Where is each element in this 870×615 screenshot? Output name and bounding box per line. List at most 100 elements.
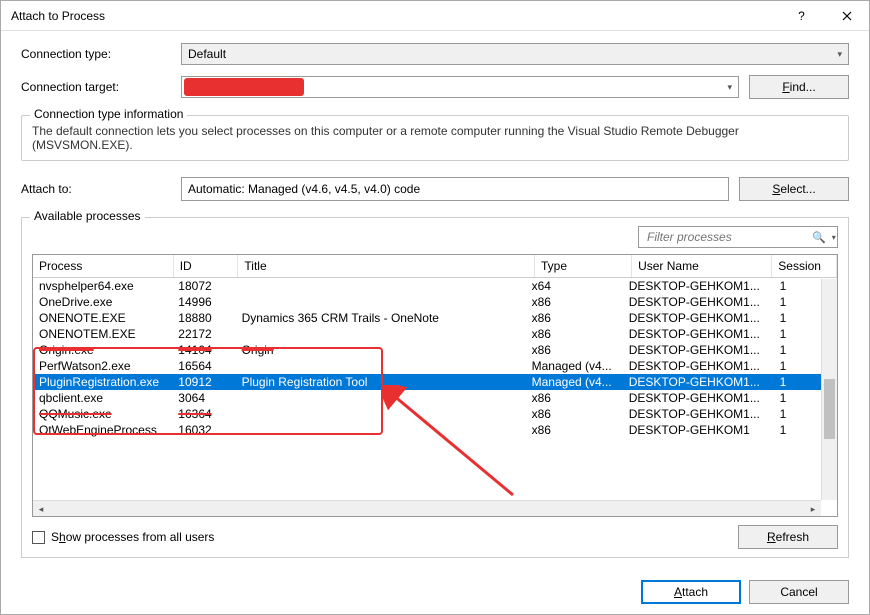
show-all-users-label: Show processes from all users [51,530,214,544]
search-icon: 🔍 [812,231,826,244]
filter-input-field[interactable] [645,229,806,245]
connection-info-group: Connection type information The default … [21,115,849,161]
table-cell: 16564 [172,358,235,374]
table-cell: x86 [526,406,623,422]
process-table[interactable]: Process ID Title Type User Name Session … [32,254,838,517]
table-cell: x86 [526,422,623,438]
table-cell: x86 [526,294,623,310]
table-cell: Dynamics 365 CRM Trails - OneNote [236,310,526,326]
redaction-box [184,78,304,96]
table-row[interactable]: nvsphelper64.exe18072x64DESKTOP-GEHKOM1.… [33,278,837,294]
table-cell: x86 [526,390,623,406]
scroll-left-icon[interactable]: ◂ [33,501,49,517]
table-cell: DESKTOP-GEHKOM1... [623,326,774,342]
table-row[interactable]: qbclient.exe3064x86DESKTOP-GEHKOM1...1 [33,390,837,406]
col-type[interactable]: Type [535,255,632,278]
table-cell: QQMusic.exe [33,406,172,422]
scroll-right-icon[interactable]: ▸ [805,501,821,517]
table-cell: Origin [236,342,526,358]
table-cell: DESKTOP-GEHKOM1... [623,390,774,406]
checkbox-icon [32,531,45,544]
horizontal-scrollbar[interactable]: ◂ ▸ [33,500,821,516]
table-cell: DESKTOP-GEHKOM1 [623,422,774,438]
table-cell [236,390,526,406]
connection-type-label: Connection type: [21,47,171,61]
table-cell: 16364 [172,406,235,422]
table-cell: Plugin Registration Tool [236,374,526,390]
close-button[interactable] [824,1,869,31]
table-row[interactable]: Origin.exe14104Originx86DESKTOP-GEHKOM1.… [33,342,837,358]
table-cell: 22172 [172,326,235,342]
available-processes-group: Available processes 🔍 ▾ Process ID Title [21,217,849,558]
table-cell: DESKTOP-GEHKOM1... [623,374,774,390]
help-button[interactable]: ? [779,1,824,31]
table-cell: Managed (v4... [526,374,623,390]
table-cell: DESKTOP-GEHKOM1... [623,310,774,326]
attach-to-box: Automatic: Managed (v4.6, v4.5, v4.0) co… [181,177,729,201]
table-row[interactable]: ONENOTE.EXE18880Dynamics 365 CRM Trails … [33,310,837,326]
table-cell: Managed (v4... [526,358,623,374]
attach-process-dialog: Attach to Process ? Connection type: Def… [0,0,870,615]
chevron-down-icon: ▾ [837,49,842,60]
dialog-title: Attach to Process [11,9,779,23]
scrollbar-thumb[interactable] [824,379,835,439]
table-cell: Origin.exe [33,342,172,358]
table-cell: 18880 [172,310,235,326]
col-session[interactable]: Session [772,255,837,278]
col-id[interactable]: ID [173,255,238,278]
table-cell: 10912 [172,374,235,390]
connection-info-desc: The default connection lets you select p… [32,124,838,152]
table-cell: 14104 [172,342,235,358]
filter-processes-input[interactable]: 🔍 ▾ [638,226,838,248]
table-cell: OtWebEngineProcess [33,422,172,438]
table-cell [236,326,526,342]
connection-info-legend: Connection type information [30,107,187,121]
table-cell: DESKTOP-GEHKOM1... [623,358,774,374]
attach-to-label: Attach to: [21,182,171,196]
table-header-row: Process ID Title Type User Name Session [33,255,837,278]
connection-target-combo[interactable]: DESKTOP-GEHKOM1 ▾ [181,76,739,98]
table-cell: DESKTOP-GEHKOM1... [623,294,774,310]
connection-type-value: Default [188,47,226,61]
chevron-down-icon: ▾ [727,82,732,93]
table-cell: qbclient.exe [33,390,172,406]
attach-button[interactable]: Attach [641,580,741,604]
table-cell: OneDrive.exe [33,294,172,310]
find-button[interactable]: Find... [749,75,849,99]
table-cell [236,422,526,438]
cancel-button[interactable]: Cancel [749,580,849,604]
col-title[interactable]: Title [238,255,535,278]
chevron-down-icon: ▾ [832,233,836,242]
vertical-scrollbar[interactable] [821,279,837,500]
col-process[interactable]: Process [33,255,173,278]
table-row[interactable]: QQMusic.exe16364x86DESKTOP-GEHKOM1...1 [33,406,837,422]
select-button[interactable]: Select... [739,177,849,201]
title-bar: Attach to Process ? [1,1,869,31]
table-cell: 18072 [172,278,235,294]
available-processes-legend: Available processes [30,209,145,223]
table-cell: DESKTOP-GEHKOM1... [623,342,774,358]
table-row[interactable]: PluginRegistration.exe10912Plugin Regist… [33,374,837,390]
table-cell: x86 [526,310,623,326]
show-all-users-checkbox[interactable]: Show processes from all users [32,530,214,544]
table-cell [236,406,526,422]
table-cell: nvsphelper64.exe [33,278,172,294]
table-row[interactable]: ONENOTEM.EXE22172x86DESKTOP-GEHKOM1...1 [33,326,837,342]
dialog-button-row: Attach Cancel [1,570,869,614]
refresh-button[interactable]: Refresh [738,525,838,549]
table-cell: 16032 [172,422,235,438]
table-cell: PerfWatson2.exe [33,358,172,374]
table-row[interactable]: OneDrive.exe14996x86DESKTOP-GEHKOM1...1 [33,294,837,310]
table-cell: DESKTOP-GEHKOM1... [623,406,774,422]
table-cell [236,278,526,294]
table-row[interactable]: OtWebEngineProcess16032 x86DESKTOP-GEHKOM… [33,422,837,438]
table-cell: 14996 [172,294,235,310]
table-row[interactable]: PerfWatson2.exe16564 Managed (v4...DESKTO… [33,358,837,374]
connection-target-label: Connection target: [21,80,171,94]
attach-to-value: Automatic: Managed (v4.6, v4.5, v4.0) co… [188,182,420,196]
connection-type-combo[interactable]: Default ▾ [181,43,849,65]
table-cell: PluginRegistration.exe [33,374,172,390]
col-user[interactable]: User Name [632,255,772,278]
table-cell: ONENOTEM.EXE [33,326,172,342]
table-cell: ONENOTE.EXE [33,310,172,326]
